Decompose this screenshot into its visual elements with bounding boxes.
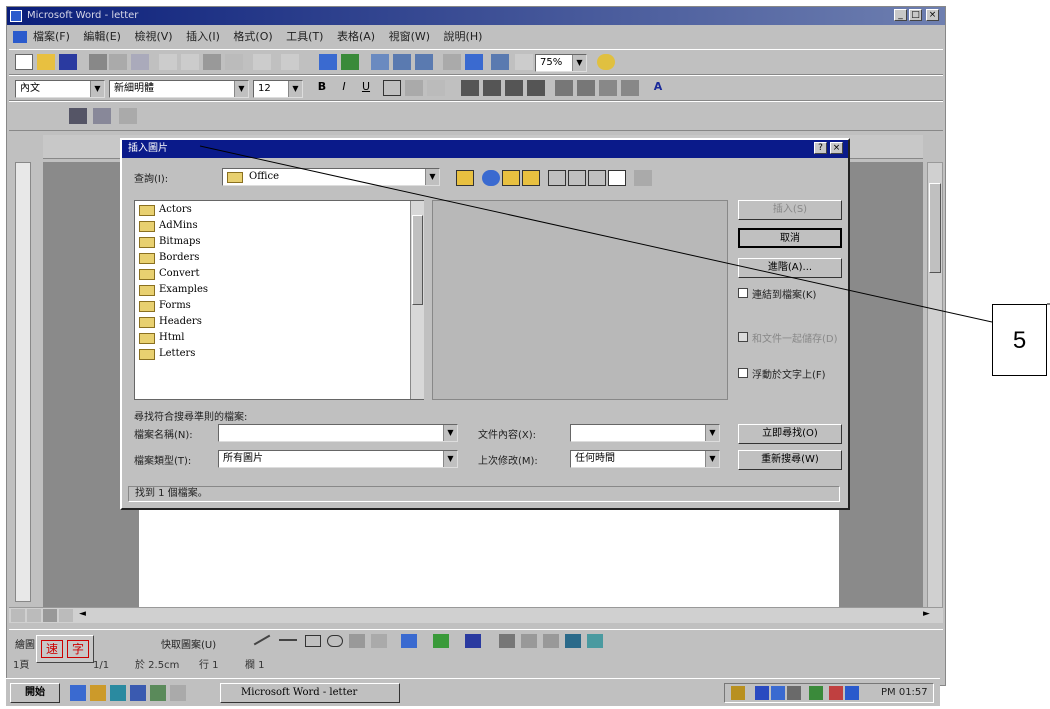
callout-leader-line <box>199 145 1050 323</box>
callout-box: 5 <box>992 304 1047 376</box>
